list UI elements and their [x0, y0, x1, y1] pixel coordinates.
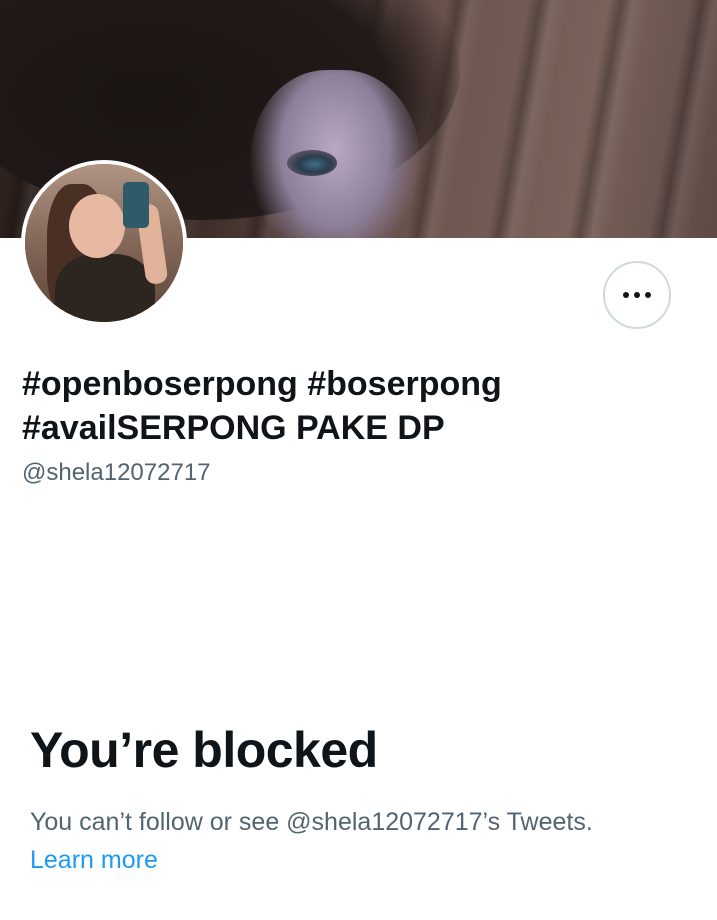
avatar-phone: [123, 182, 149, 228]
banner-eye-shape: [287, 150, 337, 176]
display-name-line-1: #openboserpong #boserpong: [22, 365, 502, 403]
profile-handle: @shela12072717: [22, 459, 211, 486]
banner-face-shape: [250, 70, 420, 238]
profile-display-name: #openboserpong #boserpong #availSERPONG …: [22, 362, 682, 450]
display-name-line-2: #availSERPONG PAKE DP: [22, 409, 445, 447]
profile-avatar[interactable]: [21, 160, 187, 326]
learn-more-link[interactable]: Learn more: [30, 844, 158, 876]
avatar-face: [69, 194, 125, 258]
more-options-button[interactable]: [603, 261, 671, 329]
more-horizontal-icon: [623, 292, 651, 298]
blocked-description: You can’t follow or see @shela12072717’s…: [30, 808, 593, 836]
blocked-title: You’re blocked: [30, 722, 378, 778]
avatar-body: [55, 254, 155, 322]
